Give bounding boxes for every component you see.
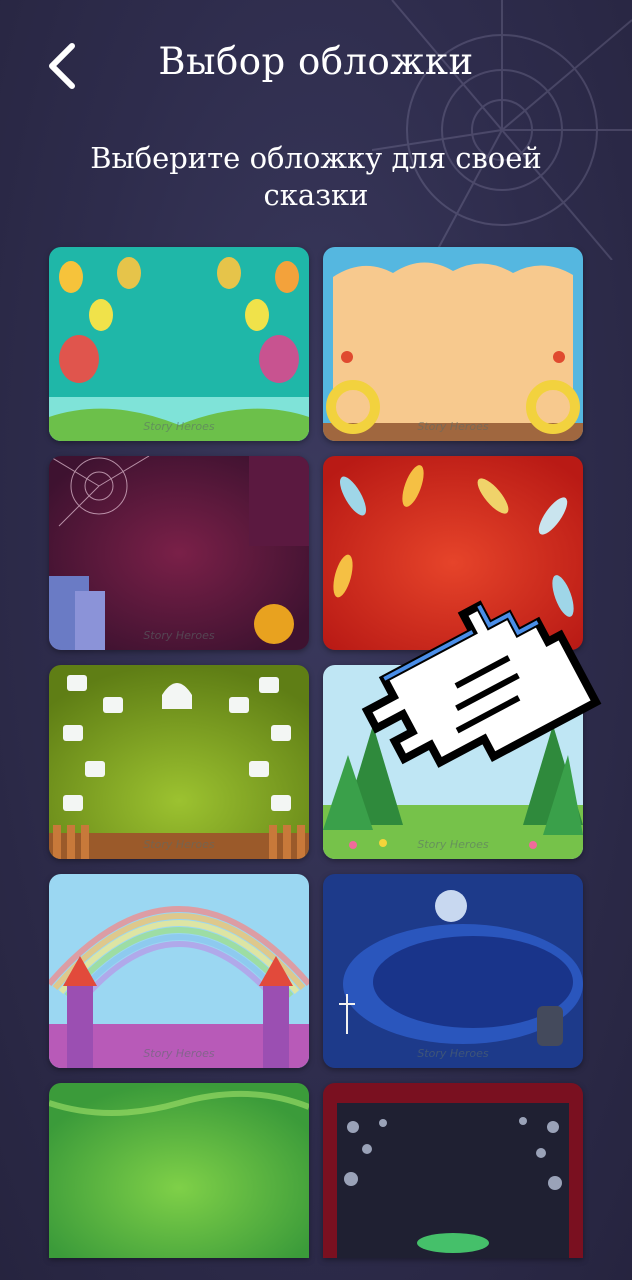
cover-brand: Story Heroes: [143, 629, 215, 642]
cover-image-forest: [323, 665, 583, 859]
cover-tile-night-skeletons[interactable]: Story Heroes: [323, 874, 583, 1068]
cover-image-rainbow-castle: [49, 874, 309, 1068]
cover-image-green-magic: [49, 1083, 309, 1258]
cover-tile-forest[interactable]: Story Heroes: [323, 665, 583, 859]
cover-brand: Story Heroes: [143, 838, 215, 851]
cover-image-beach: [323, 247, 583, 441]
cover-brand: Story Heroes: [417, 420, 489, 433]
cover-image-night-skeletons: [323, 874, 583, 1068]
cover-tile-feathers[interactable]: [323, 456, 583, 650]
subtitle: Выберите обложку для своей сказки: [90, 141, 542, 212]
cover-image-balloons: [49, 247, 309, 441]
cover-tile-beach[interactable]: Story Heroes: [323, 247, 583, 441]
cover-image-theater-bubbles: [323, 1083, 583, 1258]
cover-image-teacups: [49, 665, 309, 859]
page-title: Выбор обложки: [158, 40, 474, 83]
cover-tile-spooky[interactable]: Story Heroes: [49, 456, 309, 650]
cover-tile-green-magic[interactable]: [49, 1083, 309, 1258]
cover-brand: Story Heroes: [143, 420, 215, 433]
cover-brand: Story Heroes: [417, 1047, 489, 1060]
cover-tile-rainbow-castle[interactable]: Story Heroes: [49, 874, 309, 1068]
cover-tile-balloons[interactable]: Story Heroes: [49, 247, 309, 441]
cover-brand: Story Heroes: [417, 838, 489, 851]
cover-tile-theater-bubbles[interactable]: [323, 1083, 583, 1258]
cover-image-feathers: [323, 456, 583, 650]
cover-brand: Story Heroes: [143, 1047, 215, 1060]
cover-tile-teacups[interactable]: Story Heroes: [49, 665, 309, 859]
header: Выбор обложки: [0, 0, 632, 130]
cover-image-spooky: [49, 456, 309, 650]
